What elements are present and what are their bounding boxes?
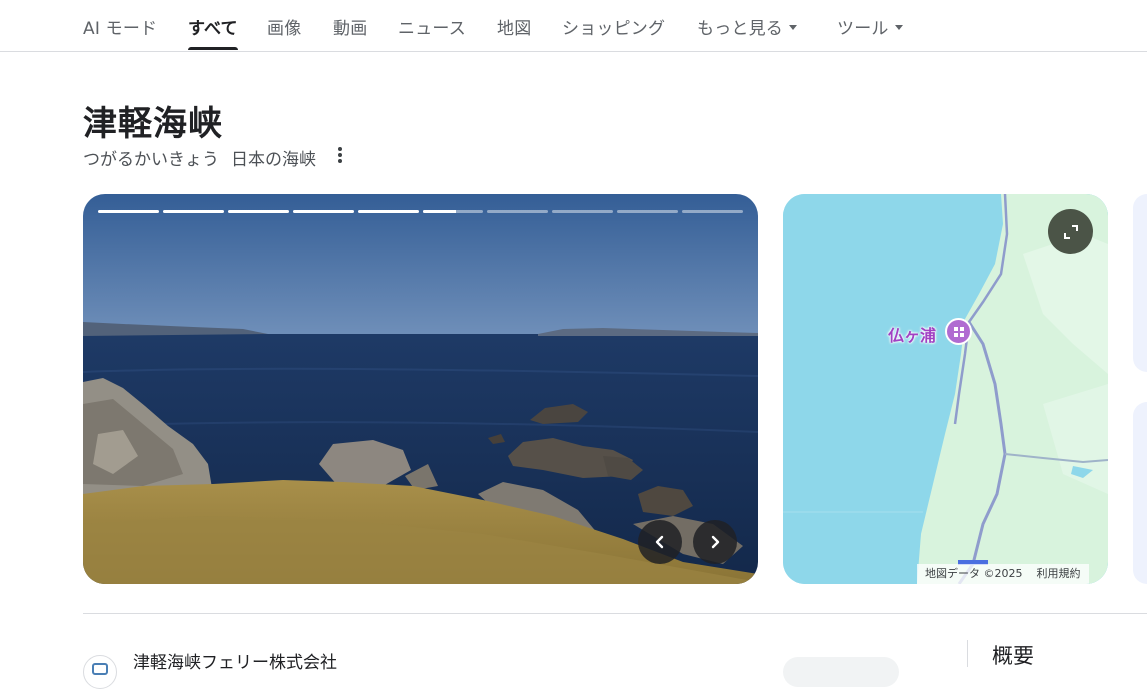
map-tiles: [783, 194, 1108, 584]
tab-more-label: もっと見る: [697, 19, 783, 39]
entity-reading: つがるかいきょう: [83, 150, 219, 170]
progress-segment: [98, 210, 159, 213]
progress-segment: [227, 210, 289, 213]
search-tabs-bar: AI モード すべて 画像 動画 ニュース 地図 ショッピング もっと見る ツー…: [0, 0, 1147, 52]
progress-segment: [682, 210, 744, 213]
progress-segment: [357, 210, 419, 213]
progress-segment-current: [422, 210, 484, 213]
entity-subtitle: つがるかいきょう 日本の海峡: [83, 145, 316, 170]
tab-tools-label: ツール: [837, 19, 889, 39]
expand-map-button[interactable]: [1048, 209, 1093, 254]
expand-icon: [1063, 224, 1078, 239]
active-tab-indicator: [188, 47, 238, 50]
previous-photo-button[interactable]: [638, 520, 682, 564]
map-attribution-bar: 地図データ ©2025 利用規約: [917, 564, 1089, 584]
map-preview[interactable]: 仏ヶ浦 地図データ ©2025 利用規約: [783, 194, 1108, 584]
panel-divider: [967, 640, 968, 667]
caret-down-icon: [894, 24, 903, 30]
section-divider: [83, 613, 1147, 614]
entity-title: 津軽海峡: [83, 104, 223, 144]
side-card[interactable]: [1133, 194, 1147, 372]
site-favicon: [83, 655, 117, 689]
tab-images[interactable]: 画像: [267, 14, 301, 39]
map-place-label[interactable]: 仏ヶ浦: [888, 322, 936, 346]
tab-videos[interactable]: 動画: [333, 14, 367, 39]
story-progress: [98, 210, 744, 214]
progress-segment: [487, 210, 549, 213]
map-place-pin[interactable]: [945, 318, 972, 345]
tab-more[interactable]: もっと見る: [697, 14, 797, 39]
overview-heading: 概要: [992, 644, 1034, 668]
chevron-left-icon: [655, 535, 664, 549]
chevron-right-icon: [711, 535, 720, 549]
result-action-chip[interactable]: [783, 657, 899, 687]
next-photo-button[interactable]: [693, 520, 737, 564]
tab-all[interactable]: すべて: [188, 14, 238, 39]
more-options-icon[interactable]: [333, 146, 347, 166]
result-title[interactable]: 津軽海峡フェリー株式会社: [133, 648, 337, 673]
landmark-icon: [953, 326, 964, 337]
tab-tools[interactable]: ツール: [837, 14, 903, 39]
tab-ai-mode[interactable]: AI モード: [83, 14, 157, 39]
progress-segment: [617, 210, 679, 213]
progress-segment: [292, 210, 354, 213]
progress-segment: [162, 210, 224, 213]
tab-shopping[interactable]: ショッピング: [562, 14, 665, 39]
caret-down-icon: [789, 24, 797, 30]
progress-segment: [552, 210, 614, 213]
tab-maps[interactable]: 地図: [497, 14, 531, 39]
photo-carousel[interactable]: [83, 194, 758, 584]
side-card[interactable]: [1133, 402, 1147, 584]
entity-description: 日本の海峡: [231, 150, 316, 170]
tab-news[interactable]: ニュース: [398, 14, 466, 39]
map-terms-link[interactable]: 利用規約: [1037, 567, 1081, 580]
map-attribution: 地図データ ©2025: [925, 567, 1023, 580]
